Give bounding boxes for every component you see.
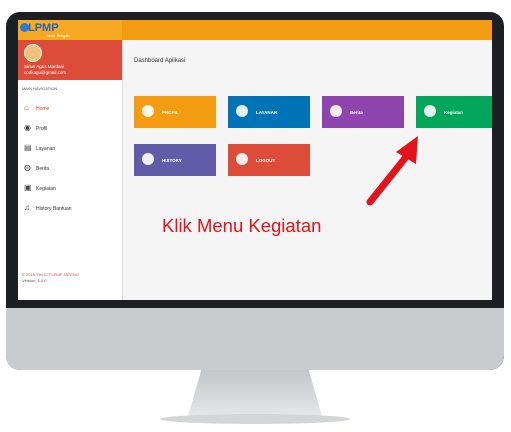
user-panel: Sirius Agus Mardani codkagu@gmail.com — [18, 40, 122, 80]
history-icon: ♫ — [24, 203, 30, 212]
tile-berita[interactable]: Berita — [322, 96, 404, 128]
avatar — [24, 44, 42, 62]
sidebar: Sirius Agus Mardani codkagu@gmail.com MA… — [18, 40, 123, 300]
user-email: codkagu@gmail.com — [24, 70, 67, 75]
monitor-stand — [188, 370, 322, 416]
power-icon — [236, 153, 248, 165]
sidebar-item-label: Berita — [36, 166, 50, 172]
user-icon — [142, 105, 154, 117]
tile-label: LAYANAN — [256, 110, 278, 115]
tile-layanan[interactable]: LAYANAN — [228, 96, 310, 128]
monitor-base — [160, 414, 350, 424]
tile-history[interactable]: HISTORY — [134, 144, 216, 176]
clipboard-icon: ▣ — [24, 183, 32, 192]
id-card-icon — [236, 105, 248, 117]
tile-label: PROFIL — [162, 110, 179, 115]
tile-logout[interactable]: LOGOUT — [228, 144, 310, 176]
clipboard-icon — [424, 105, 436, 117]
red-arrow-icon — [366, 136, 418, 206]
logo-area[interactable]: LPMP Jawa Tengah — [18, 20, 122, 40]
sidebar-item-label: Home — [36, 106, 50, 112]
copyright-text: © 2019 TIM ICT LPMP JATENG — [22, 272, 79, 277]
tile-label: HISTORY — [162, 158, 182, 163]
sidebar-item-label: Layanan — [36, 146, 56, 152]
sidebar-item-history-bantuan[interactable]: ♫ History Bantuan — [18, 200, 122, 218]
tile-profil[interactable]: PROFIL — [134, 96, 216, 128]
version-text: Version: 1.0.0 — [22, 278, 47, 283]
sidebar-item-label: History Bantuan — [36, 206, 72, 212]
tile-label: Berita — [350, 110, 363, 115]
sidebar-item-label: Profil — [36, 126, 48, 132]
user-name: Sirius Agus Mardani — [24, 64, 65, 69]
users-icon — [142, 153, 154, 165]
sidebar-item-layanan[interactable]: ▤ Layanan — [18, 140, 122, 158]
globe-icon: ◍ — [24, 163, 31, 172]
screen-bottom-bezel — [6, 300, 504, 308]
sidebar-item-kegiatan[interactable]: ▣ Kegiatan — [18, 180, 122, 198]
home-icon: ⌂ — [24, 103, 29, 112]
tile-label: Kegiatan — [444, 110, 464, 115]
list-icon: ▤ — [24, 143, 32, 152]
sidebar-item-home[interactable]: ⌂ Home — [18, 100, 122, 118]
info-icon — [330, 105, 342, 117]
tile-label: LOGOUT — [256, 158, 276, 163]
app-logo-subtext: Jawa Tengah — [46, 33, 70, 38]
nav-header: MAIN NAVIGATION — [22, 86, 58, 91]
tile-kegiatan[interactable]: Kegiatan — [416, 96, 492, 128]
sidebar-item-label: Kegiatan — [36, 186, 56, 192]
user-icon: ◉ — [24, 123, 31, 132]
page-title: Dashboard Aplikasi — [134, 58, 186, 64]
sidebar-item-berita[interactable]: ◍ Berita — [18, 160, 122, 178]
instruction-caption: Klik Menu Kegiatan — [162, 215, 322, 236]
monitor-chin — [6, 308, 504, 370]
sidebar-item-profil[interactable]: ◉ Profil — [18, 120, 122, 138]
